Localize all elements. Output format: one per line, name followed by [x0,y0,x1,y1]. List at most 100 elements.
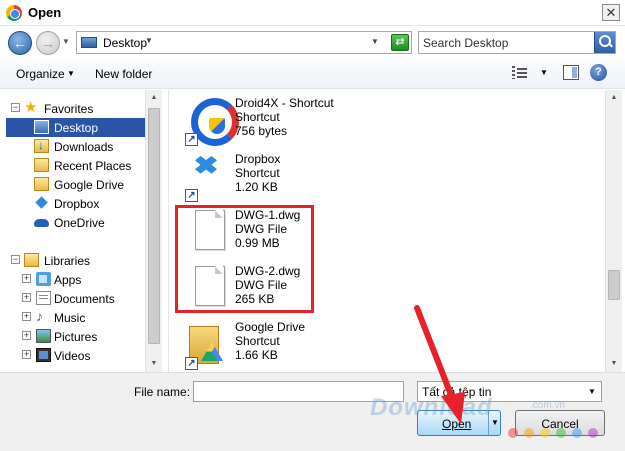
recent-locations-dropdown[interactable]: ▼ [62,37,70,46]
sidebar-item-music[interactable]: + ♪ Music [0,308,146,327]
sidebar-item-label: Favorites [44,102,94,116]
file-type-value: Tất cả tệp tin [422,385,492,399]
google-drive-icon [34,177,49,191]
sidebar-item-downloads[interactable]: Downloads [0,137,146,156]
file-item-droid4x[interactable]: ↗ Droid4X - Shortcut Shortcut 756 bytes [181,96,481,150]
search-placeholder: Search Desktop [423,36,509,50]
refresh-button[interactable]: ⇄ [391,34,409,51]
navigation-pane: − ★ Favorites Desktop Downloads Recent P… [0,90,162,372]
sidebar-item-label: Desktop [54,121,99,135]
shortcut-arrow-icon: ↗ [185,133,198,146]
document-icon [185,210,225,256]
sidebar-item-label: Google Drive [54,178,125,192]
file-size: 0.99 MB [235,236,280,250]
file-type: Shortcut [235,334,280,348]
sidebar-item-dropbox[interactable]: Dropbox [0,194,146,213]
shortcut-arrow-icon: ↗ [185,189,198,202]
address-row: ← → ▼ Desktop ▼ ▼ ⇄ Search Desktop [0,27,625,57]
forward-button[interactable]: → [36,31,60,55]
file-size: 265 KB [235,292,275,306]
expand-icon[interactable]: + [22,350,31,359]
google-drive-folder-icon: ↗ [185,322,225,370]
toolbar: Organize ▼ New folder ▼ ? [0,58,625,89]
dropbox-icon: ↗ [185,154,225,202]
desktop-location-icon [81,37,97,48]
dropbox-icon [34,196,49,210]
file-type: Shortcut [235,110,280,124]
file-name: Dropbox [235,152,281,166]
sidebar-item-videos[interactable]: + Videos [0,346,146,365]
scroll-thumb[interactable] [608,270,620,300]
open-button[interactable]: Open ▼ [417,410,501,436]
pictures-icon [36,329,51,343]
expand-icon[interactable]: + [22,293,31,302]
file-list-scrollbar[interactable]: ▲ ▼ [605,90,622,372]
new-folder-button[interactable]: New folder [95,67,152,81]
help-icon[interactable]: ? [590,64,607,81]
view-options-dropdown-icon[interactable]: ▼ [540,68,548,77]
scroll-down-icon[interactable]: ▼ [146,356,162,372]
sidebar-item-label: OneDrive [54,216,105,230]
window-title: Open [28,5,62,20]
title-bar: Open ✕ [0,0,625,26]
scroll-up-icon[interactable]: ▲ [146,90,162,106]
collapse-icon[interactable]: − [11,255,20,264]
search-input[interactable]: Search Desktop [418,31,616,54]
file-size: 756 bytes [235,124,288,138]
file-item-dwg-2[interactable]: DWG-2.dwg DWG File 265 KB [181,264,481,318]
preview-pane-icon[interactable] [563,65,579,80]
sidebar-item-apps[interactable]: + Apps [0,270,146,289]
scroll-down-icon[interactable]: ▼ [606,356,622,372]
open-options-dropdown-icon[interactable]: ▼ [488,411,501,435]
file-type: DWG File [235,278,287,292]
sidebar-item-documents[interactable]: + Documents [0,289,146,308]
expand-icon[interactable]: + [22,312,31,321]
back-button[interactable]: ← [8,31,32,55]
navigation-scrollbar[interactable]: ▲ ▼ [145,90,162,372]
scroll-thumb[interactable] [148,108,160,344]
address-location[interactable]: Desktop [103,36,147,50]
collapse-icon[interactable]: − [11,103,20,112]
sidebar-item-label: Documents [54,292,115,306]
favorites-star-icon: ★ [24,99,38,116]
desktop-icon [34,120,49,134]
breadcrumb-chevron-icon[interactable]: ▼ [145,36,153,45]
sidebar-item-google-drive[interactable]: Google Drive [0,175,146,194]
shortcut-arrow-icon: ↗ [185,357,198,370]
search-icon[interactable] [594,32,615,53]
file-name: DWG-2.dwg [235,264,301,278]
sidebar-item-onedrive[interactable]: OneDrive [0,213,146,232]
sidebar-favorites[interactable]: − ★ Favorites [0,99,146,118]
file-type: DWG File [235,222,287,236]
organize-button[interactable]: Organize [16,67,65,81]
file-name-field[interactable]: ▼ [193,381,593,402]
sidebar-item-label: Recent Places [54,159,132,173]
sidebar-item-desktop[interactable]: Desktop [6,118,146,137]
expand-icon[interactable]: + [22,331,31,340]
file-type-dropdown-icon[interactable]: ▼ [584,383,600,400]
organize-dropdown-icon[interactable]: ▼ [67,69,75,78]
view-options-icon[interactable] [512,66,528,80]
videos-icon [36,348,51,362]
file-item-dwg-1[interactable]: DWG-1.dwg DWG File 0.99 MB [181,208,481,262]
sidebar-item-label: Music [54,311,86,325]
droid4x-icon: ↗ [185,98,239,146]
sidebar-item-pictures[interactable]: + Pictures [0,327,146,346]
address-dropdown-icon[interactable]: ▼ [371,37,379,46]
file-name-label: File name: [134,385,191,399]
expand-icon[interactable]: + [22,274,31,283]
sidebar-item-label: Downloads [54,140,114,154]
sidebar-libraries[interactable]: − Libraries [0,251,146,270]
file-type: Shortcut [235,166,280,180]
scroll-up-icon[interactable]: ▲ [606,90,622,106]
file-item-dropbox[interactable]: ↗ Dropbox Shortcut 1.20 KB [181,152,481,206]
file-type-select[interactable]: Tất cả tệp tin ▼ [417,381,602,402]
file-size: 1.66 KB [235,348,278,362]
dialog-footer: File name: ▼ Tất cả tệp tin ▼ Open ▼ Can… [0,372,625,451]
close-button[interactable]: ✕ [602,4,620,21]
file-item-google-drive[interactable]: ↗ Google Drive Shortcut 1.66 KB [181,320,481,374]
onedrive-icon [34,215,49,229]
address-bar[interactable]: Desktop ▼ ▼ ⇄ [76,31,412,54]
sidebar-item-recent-places[interactable]: Recent Places [0,156,146,175]
sidebar-item-label: Dropbox [54,197,100,211]
